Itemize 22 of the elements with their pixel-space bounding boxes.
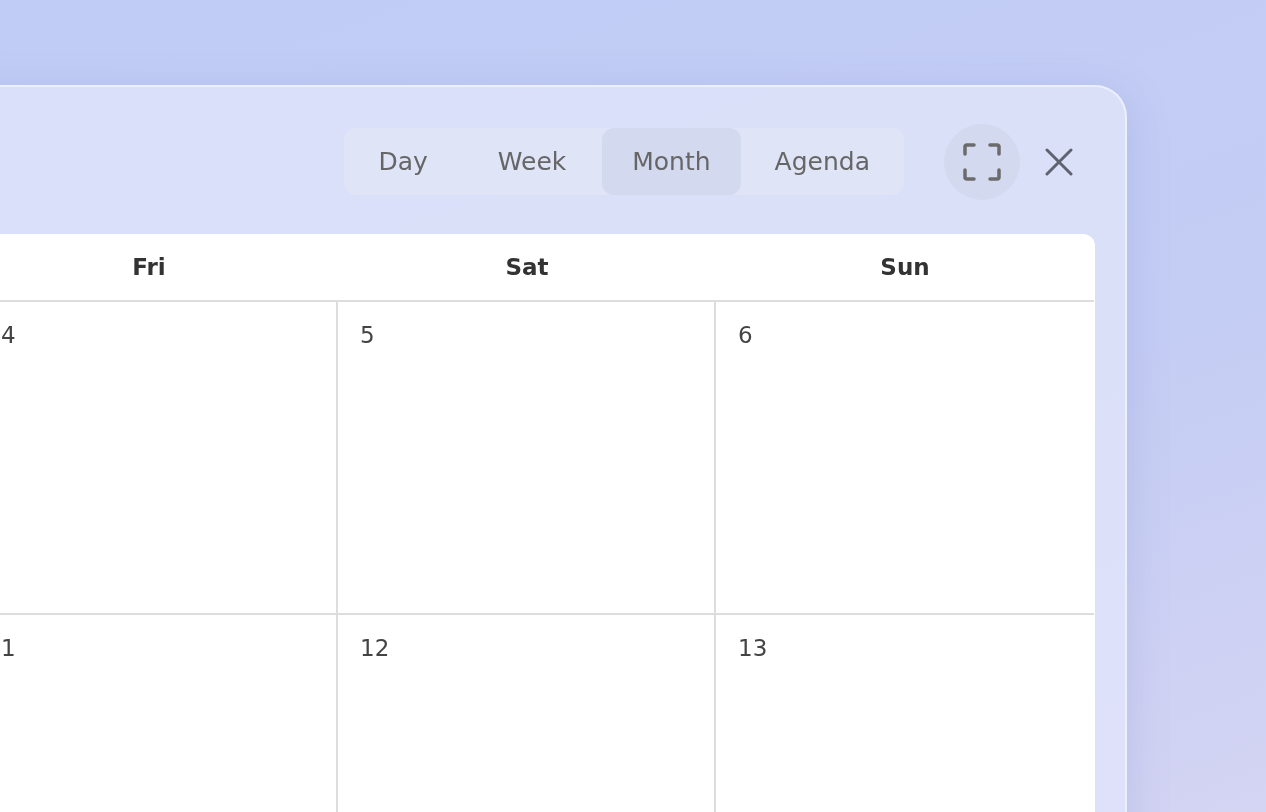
day-cell[interactable]: 13 [716, 615, 1094, 812]
day-cell[interactable]: 1 [0, 615, 338, 812]
day-number: 4 [1, 322, 16, 348]
weekday-header: Fri [0, 234, 338, 302]
day-cell[interactable]: 6 [716, 302, 1094, 615]
view-tab[interactable]: Week [461, 128, 603, 195]
day-cell[interactable]: 4 [0, 302, 338, 615]
fullscreen-icon [962, 141, 1002, 182]
day-number: 12 [360, 635, 390, 661]
weekday-header: Sat [338, 234, 716, 302]
day-number: 1 [1, 635, 16, 661]
day-number: 13 [738, 635, 768, 661]
weekday-header: Sun [716, 234, 1094, 302]
close-icon [1045, 147, 1073, 176]
close-button[interactable] [1044, 146, 1074, 177]
day-cell[interactable]: 5 [338, 302, 716, 615]
view-tab[interactable]: Agenda [740, 128, 904, 195]
day-number: 6 [738, 322, 753, 348]
view-tab[interactable]: Day [344, 128, 462, 195]
day-cell[interactable]: 12 [338, 615, 716, 812]
day-number: 5 [360, 322, 375, 348]
view-tab[interactable]: Month [602, 128, 741, 195]
